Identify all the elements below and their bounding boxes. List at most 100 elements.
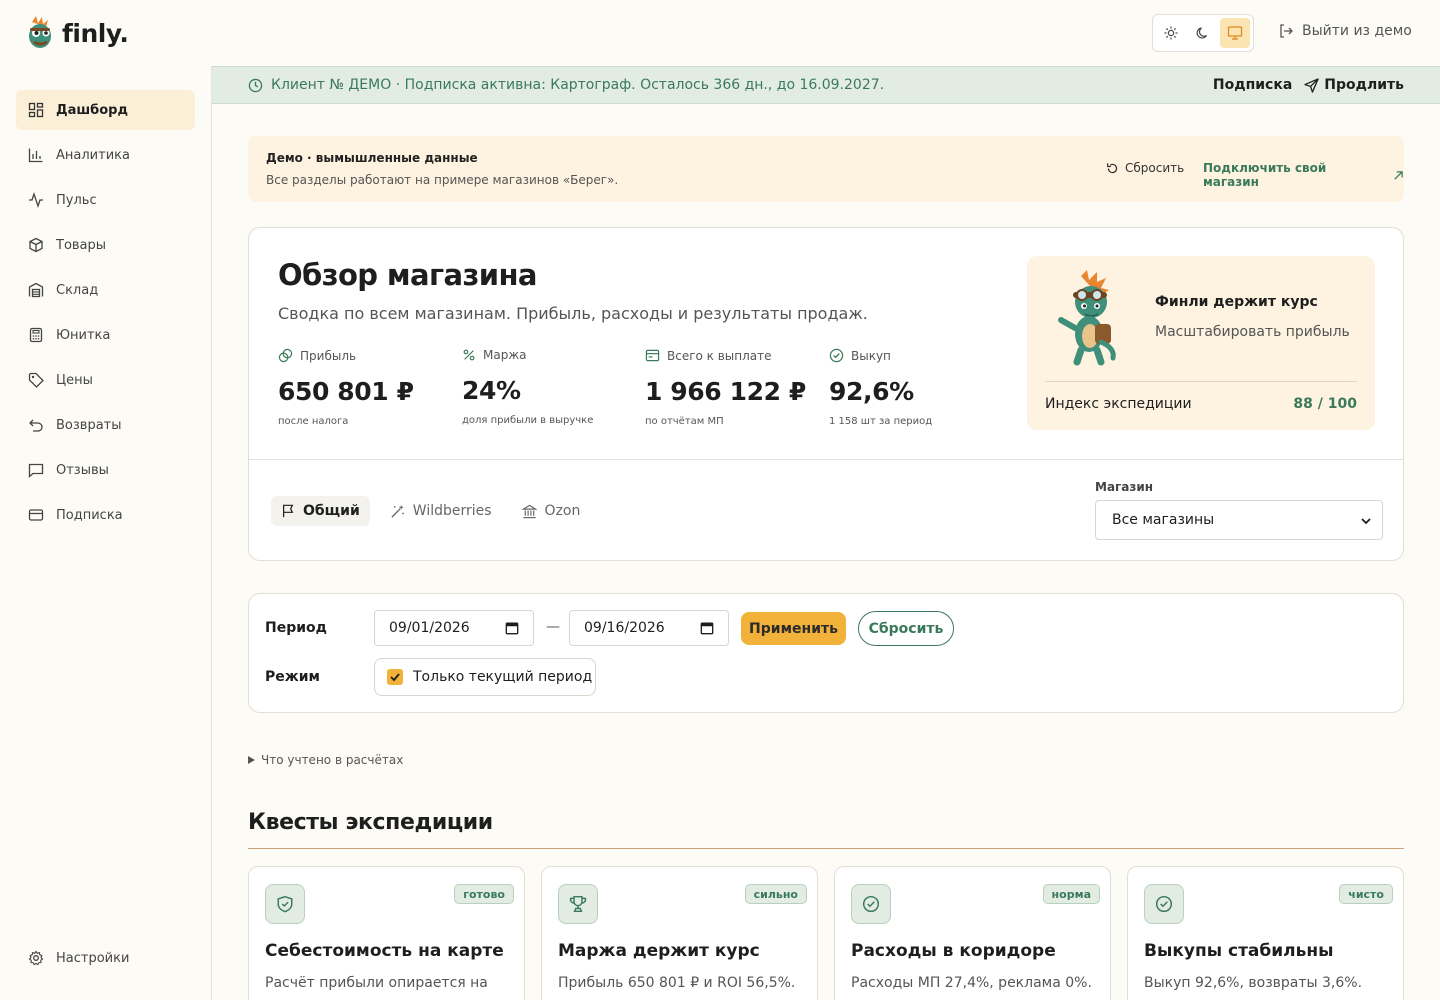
theme-switcher [1152, 14, 1254, 52]
return-icon [29, 419, 43, 432]
demo-reset-label: Сбросить [1125, 161, 1185, 175]
demo-banner: Демо · вымышленные данные Все разделы ра… [248, 136, 1404, 202]
app-logo[interactable]: finly. [24, 16, 129, 50]
subscription-link[interactable]: Подписка [1213, 77, 1292, 93]
page-subtitle: Сводка по всем магазинам. Прибыль, расхо… [278, 304, 868, 323]
tab-wildberries[interactable]: Wildberries [380, 496, 502, 526]
apply-button[interactable]: Применить [741, 612, 846, 645]
metric-value: 24% [462, 376, 521, 405]
sidebar-item-subscription[interactable]: Подписка [16, 495, 195, 535]
quest-icon-box [1144, 884, 1184, 924]
theme-system-button[interactable] [1220, 18, 1250, 48]
check-circle-icon [1155, 895, 1173, 913]
quest-icon-box [851, 884, 891, 924]
refresh-icon [1107, 162, 1118, 173]
status-badge: готово [454, 884, 514, 904]
wand-icon [391, 504, 404, 518]
sidebar-item-label: Цены [56, 372, 93, 388]
expedition-index-label: Индекс экспедиции [1045, 396, 1192, 412]
theme-dark-button[interactable] [1188, 18, 1218, 48]
sidebar-item-prices[interactable]: Цены [16, 360, 195, 400]
sidebar-item-analytics[interactable]: Аналитика [16, 135, 195, 175]
check-circle-icon [829, 348, 844, 363]
triangle-right-icon [248, 756, 255, 764]
check-icon [390, 673, 400, 682]
sidebar-item-label: Склад [56, 282, 99, 298]
metric-label: Всего к выплате [667, 348, 772, 363]
quest-card: норма Расходы в коридоре Расходы МП 27,4… [834, 866, 1111, 1000]
quest-text: Расходы МП 27,4%, реклама 0%. [851, 975, 1092, 991]
extend-label: Продлить [1324, 77, 1404, 93]
sun-icon [1164, 26, 1178, 40]
metric-label: Прибыль [300, 348, 357, 363]
calendar-icon [700, 622, 714, 635]
store-select[interactable]: Все магазины [1095, 500, 1383, 540]
quest-text: Расчёт прибыли опирается на [265, 975, 488, 991]
calendar-icon [505, 622, 519, 635]
exit-demo-label: Выйти из демо [1302, 23, 1412, 39]
extend-subscription-button[interactable]: Продлить [1304, 77, 1404, 93]
sidebar-item-returns[interactable]: Возвраты [16, 405, 195, 445]
warehouse-icon [28, 282, 44, 298]
metric-note: 1 158 шт за период [829, 416, 933, 427]
sidebar-item-dashboard[interactable]: Дашборд [16, 90, 195, 130]
checkbox[interactable] [387, 669, 403, 685]
quest-text: Прибыль 650 801 ₽ и ROI 56,5%. [558, 975, 796, 991]
quest-title: Маржа держит курс [558, 941, 760, 961]
store-overview-card: Обзор магазина Сводка по всем магазинам.… [248, 227, 1404, 561]
tag-icon [28, 372, 44, 388]
calculation-details-toggle[interactable]: Что учтено в расчётах [248, 753, 403, 767]
date-to-input[interactable]: 09/16/2026 [569, 610, 729, 646]
sidebar-item-unit[interactable]: Юнитка [16, 315, 195, 355]
calculator-icon [29, 327, 43, 343]
quests-heading: Квесты экспедиции [248, 810, 493, 835]
wallet-icon [645, 349, 660, 362]
metric-label: Маржа [483, 348, 527, 362]
quest-icon-box [265, 884, 305, 924]
box-icon [29, 237, 43, 253]
tab-general[interactable]: Общий [271, 496, 370, 526]
coins-icon [278, 348, 293, 363]
metric-value: 1 966 122 ₽ [645, 377, 806, 406]
sidebar-item-settings[interactable]: Настройки [16, 938, 195, 978]
logout-icon [1280, 24, 1293, 38]
top-header: finly. Выйти из демо [0, 0, 1440, 66]
status-badge: норма [1042, 884, 1100, 904]
bank-icon [521, 504, 537, 518]
reset-button[interactable]: Сбросить [858, 611, 954, 646]
sidebar-item-warehouse[interactable]: Склад [16, 270, 195, 310]
store-select-value: Все магазины [1112, 512, 1215, 528]
metric-note: по отчётам МП [645, 416, 724, 427]
mode-label: Режим [265, 669, 320, 685]
sidebar-item-pulse[interactable]: Пульс [16, 180, 195, 220]
flag-icon [283, 504, 294, 518]
clock-icon [248, 78, 263, 92]
sidebar-item-products[interactable]: Товары [16, 225, 195, 265]
metric-label: Выкуп [851, 348, 891, 363]
marketplace-tabs: Общий Wildberries Ozon [271, 496, 590, 526]
send-icon [1304, 77, 1320, 93]
tab-ozon[interactable]: Ozon [512, 496, 591, 526]
theme-light-button[interactable] [1156, 18, 1186, 48]
exit-demo-button[interactable]: Выйти из демо [1278, 23, 1412, 39]
metric-note: после налога [278, 416, 349, 427]
date-from-input[interactable]: 09/01/2026 [374, 610, 534, 646]
mascot-icon [1058, 270, 1116, 366]
date-from-value: 09/01/2026 [389, 620, 470, 636]
store-select-label: Магазин [1095, 480, 1154, 494]
current-period-checkbox[interactable]: Только текущий период [374, 658, 596, 696]
message-icon [28, 463, 44, 478]
sidebar-item-label: Возвраты [56, 417, 122, 433]
connect-store-link[interactable]: Подключить свой магазин [1203, 161, 1404, 189]
subscription-bar: Клиент № ДЕМО · Подписка активна: Картог… [212, 66, 1440, 104]
date-range-dash: — [546, 619, 560, 635]
quest-card: сильно Маржа держит курс Прибыль 650 801… [541, 866, 818, 1000]
quest-title: Расходы в коридоре [851, 941, 1056, 961]
pulse-icon [29, 192, 43, 208]
monitor-icon [1227, 26, 1243, 40]
sidebar-item-reviews[interactable]: Отзывы [16, 450, 195, 490]
demo-reset-button[interactable]: Сбросить [1106, 161, 1184, 175]
quest-icon-box [558, 884, 598, 924]
mascot-logo-icon [29, 16, 51, 48]
quest-text: Выкуп 92,6%, возвраты 3,6%. [1144, 975, 1363, 991]
